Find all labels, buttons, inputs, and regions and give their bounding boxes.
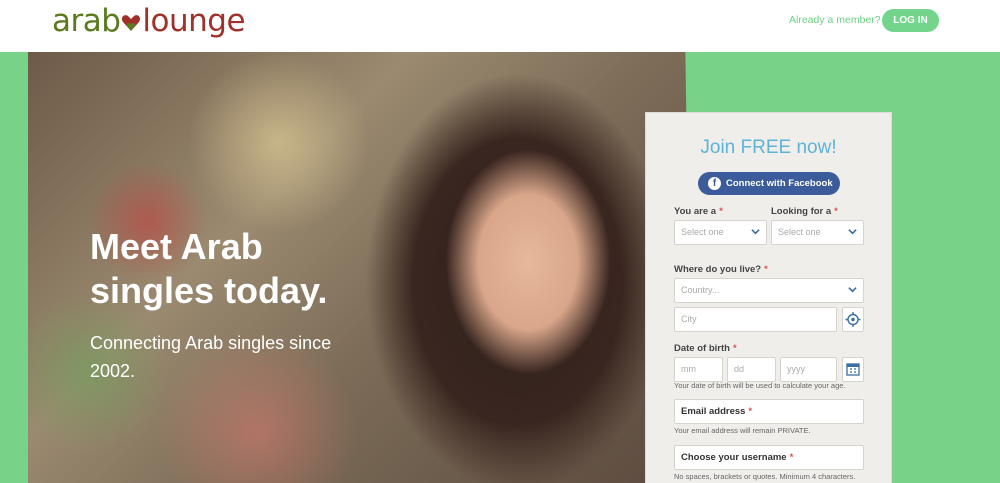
email-help-text: Your email address will remain PRIVATE. bbox=[674, 426, 811, 435]
dob-month-input[interactable]: mm bbox=[674, 357, 723, 382]
where-label: Where do you live? * bbox=[674, 264, 768, 275]
dob-year-input[interactable]: yyyy bbox=[780, 357, 837, 382]
login-button[interactable]: LOG IN bbox=[882, 9, 939, 32]
site-logo[interactable]: arab lounge bbox=[52, 2, 246, 40]
dob-label: Date of birth * bbox=[674, 343, 737, 354]
location-target-icon bbox=[845, 312, 861, 327]
heart-icon bbox=[122, 14, 141, 31]
hero-headline: Meet Arab singles today. bbox=[90, 226, 328, 311]
looking-for-select[interactable]: Select one bbox=[771, 220, 864, 245]
facebook-icon: f bbox=[708, 177, 721, 190]
calendar-button[interactable] bbox=[842, 357, 864, 382]
country-select[interactable]: Country... bbox=[674, 278, 864, 303]
dob-day-input[interactable]: dd bbox=[727, 357, 776, 382]
chevron-down-icon bbox=[848, 229, 857, 235]
form-title: Join FREE now! bbox=[700, 137, 837, 158]
facebook-connect-button[interactable]: f Connect with Facebook bbox=[698, 172, 840, 195]
you-are-label: You are a * bbox=[674, 206, 723, 217]
chevron-down-icon bbox=[751, 229, 760, 235]
city-input[interactable]: City bbox=[674, 307, 837, 332]
username-help-text: No spaces, brackets or quotes. Minimum 4… bbox=[674, 472, 856, 481]
site-header: arab lounge Already a member? LOG IN bbox=[0, 0, 1000, 52]
you-are-select[interactable]: Select one bbox=[674, 220, 767, 245]
locate-me-button[interactable] bbox=[842, 307, 864, 332]
facebook-connect-label: Connect with Facebook bbox=[726, 178, 833, 189]
username-field[interactable]: Choose your username * bbox=[674, 445, 864, 470]
hero-subheadline: Connecting Arab singles since 2002. bbox=[90, 333, 332, 381]
calendar-icon bbox=[846, 363, 860, 376]
looking-for-label: Looking for a * bbox=[771, 206, 838, 217]
signup-form: Join FREE now! f Connect with Facebook Y… bbox=[645, 112, 892, 483]
email-field[interactable]: Email address * bbox=[674, 399, 864, 424]
already-member-link[interactable]: Already a member? bbox=[789, 14, 881, 26]
dob-help-text: Your date of birth will be used to calcu… bbox=[674, 381, 846, 390]
chevron-down-icon bbox=[848, 287, 857, 293]
